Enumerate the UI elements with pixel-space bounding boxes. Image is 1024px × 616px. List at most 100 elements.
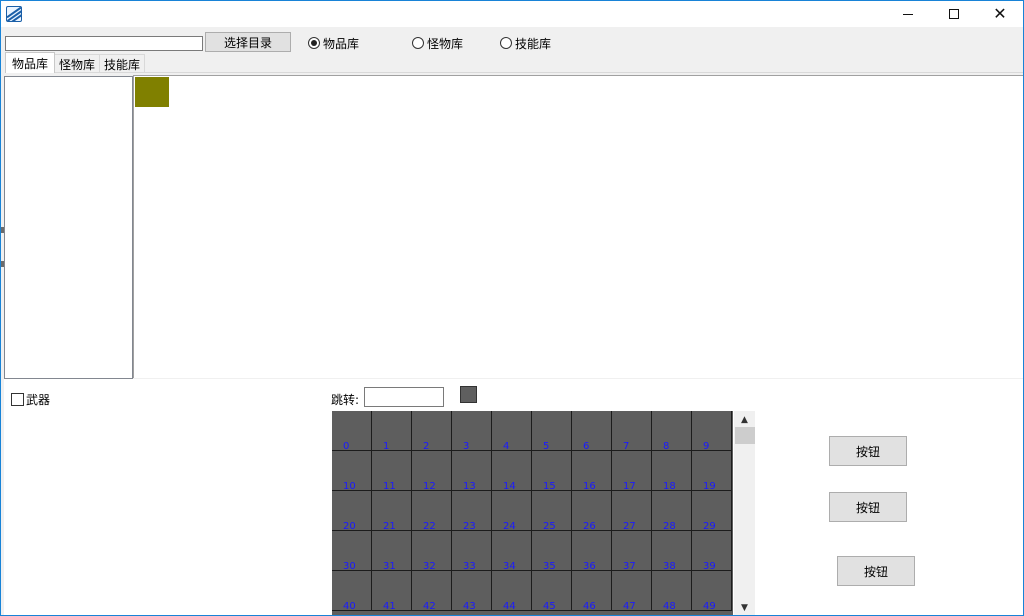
grid-cell[interactable]: 5	[532, 411, 572, 452]
grid-cell[interactable]: 14	[492, 451, 532, 492]
grid-cell[interactable]: 2	[412, 411, 452, 452]
grid-cell[interactable]: 41	[372, 571, 412, 612]
jump-label: 跳转:	[331, 393, 360, 407]
grid-cell[interactable]: 18	[652, 451, 692, 492]
grid-scrollbar[interactable]: ▲ ▼	[734, 411, 755, 615]
grid-cell[interactable]: 43	[452, 571, 492, 612]
grid-cell[interactable]: 25	[532, 491, 572, 532]
minimize-icon	[903, 13, 913, 15]
grid-cell[interactable]: 19	[692, 451, 732, 492]
grid-cell-number: 42	[423, 601, 436, 612]
radio-monsters-library[interactable]: 怪物库	[412, 35, 463, 51]
grid-cell[interactable]: 39	[692, 531, 732, 572]
grid-cell[interactable]: 21	[372, 491, 412, 532]
grid-cell-number: 46	[583, 601, 596, 612]
action-button-2[interactable]: 按钮	[829, 492, 907, 522]
grid-cell[interactable]: 24	[492, 491, 532, 532]
action-button-3[interactable]: 按钮	[837, 556, 915, 586]
grid-cell[interactable]: 6	[572, 411, 612, 452]
scroll-thumb[interactable]	[735, 427, 755, 444]
checkbox-icon	[11, 392, 24, 406]
grid-cell[interactable]: 1	[372, 411, 412, 452]
grid-cell-number: 41	[383, 601, 396, 612]
grid-cell[interactable]: 38	[652, 531, 692, 572]
radio-label: 技能库	[515, 36, 552, 51]
grid-cell[interactable]: 34	[492, 531, 532, 572]
grid-cell[interactable]: 33	[452, 531, 492, 572]
tab-items[interactable]: 物品库	[5, 52, 56, 73]
grid-cell[interactable]: 48	[652, 571, 692, 612]
grid-cell[interactable]: 15	[532, 451, 572, 492]
grid-cell-number: 48	[663, 601, 676, 612]
radio-checked-icon	[308, 37, 320, 49]
grid-cell[interactable]: 31	[372, 531, 412, 572]
grid-cell[interactable]: 27	[612, 491, 652, 532]
grid-cell[interactable]: 23	[452, 491, 492, 532]
weapon-checkbox[interactable]: 武器	[11, 391, 50, 407]
grid-cell[interactable]: 40	[332, 571, 372, 612]
entry-list[interactable]	[4, 76, 133, 379]
grid-cell-number: 43	[463, 601, 476, 612]
grid-cell[interactable]: 47	[612, 571, 652, 612]
app-window: ✕ 选择目录 物品库 怪物库 技能库 物品库 怪物库 技能库 武器 跳转: 01…	[0, 0, 1024, 616]
edge-marker	[1, 261, 4, 267]
grid-cell[interactable]: 44	[492, 571, 532, 612]
radio-unchecked-icon	[500, 37, 512, 49]
minimize-button[interactable]	[885, 1, 931, 27]
tab-skills[interactable]: 技能库	[99, 54, 146, 73]
grid-cell[interactable]: 26	[572, 491, 612, 532]
scroll-up-icon[interactable]: ▲	[734, 413, 755, 427]
grid-cell[interactable]: 30	[332, 531, 372, 572]
grid-cell-number: 49	[703, 601, 716, 612]
preview-area	[133, 75, 1023, 378]
jump-color-swatch	[460, 386, 477, 403]
grid-cell[interactable]: 9	[692, 411, 732, 452]
grid-cell[interactable]: 46	[572, 571, 612, 612]
library-tabs: 物品库 怪物库 技能库	[5, 52, 146, 73]
grid-cell-number: 47	[623, 601, 636, 612]
grid-cell[interactable]: 28	[652, 491, 692, 532]
radio-unchecked-icon	[412, 37, 424, 49]
grid-cell[interactable]: 36	[572, 531, 612, 572]
preview-swatch	[135, 77, 169, 107]
grid-cell[interactable]: 22	[412, 491, 452, 532]
grid-cell-number: 44	[503, 601, 516, 612]
grid-cell[interactable]: 37	[612, 531, 652, 572]
grid-cell[interactable]: 20	[332, 491, 372, 532]
grid-cell[interactable]: 4	[492, 411, 532, 452]
radio-label: 物品库	[323, 36, 360, 51]
directory-path-input[interactable]	[5, 36, 203, 51]
grid-cell[interactable]: 32	[412, 531, 452, 572]
close-button[interactable]: ✕	[977, 1, 1023, 27]
grid-cell[interactable]: 12	[412, 451, 452, 492]
grid-cell[interactable]: 10	[332, 451, 372, 492]
grid-cell[interactable]: 16	[572, 451, 612, 492]
maximize-button[interactable]	[931, 1, 977, 27]
jump-input[interactable]	[364, 387, 444, 407]
grid-cell[interactable]: 35	[532, 531, 572, 572]
title-bar: ✕	[1, 1, 1023, 27]
grid-cell[interactable]: 3	[452, 411, 492, 452]
grid-cell[interactable]: 11	[372, 451, 412, 492]
grid-cell[interactable]: 13	[452, 451, 492, 492]
grid-cell[interactable]: 7	[612, 411, 652, 452]
edge-marker	[1, 227, 4, 233]
close-icon: ✕	[993, 4, 1007, 23]
radio-items-library[interactable]: 物品库	[308, 35, 359, 51]
grid-cell-number: 40	[343, 601, 356, 612]
action-button-1[interactable]: 按钮	[829, 436, 907, 466]
tab-monsters[interactable]: 怪物库	[54, 54, 101, 73]
radio-skills-library[interactable]: 技能库	[500, 35, 551, 51]
grid-cell-number: 45	[543, 601, 556, 612]
grid-cell[interactable]: 8	[652, 411, 692, 452]
grid-cell[interactable]: 17	[612, 451, 652, 492]
weapon-label: 武器	[26, 392, 51, 407]
radio-label: 怪物库	[427, 36, 464, 51]
scroll-down-icon[interactable]: ▼	[734, 601, 755, 615]
grid-cell[interactable]: 49	[692, 571, 732, 612]
grid-cell[interactable]: 0	[332, 411, 372, 452]
grid-cell[interactable]: 45	[532, 571, 572, 612]
grid-cell[interactable]: 29	[692, 491, 732, 532]
select-directory-button[interactable]: 选择目录	[205, 32, 291, 52]
grid-cell[interactable]: 42	[412, 571, 452, 612]
